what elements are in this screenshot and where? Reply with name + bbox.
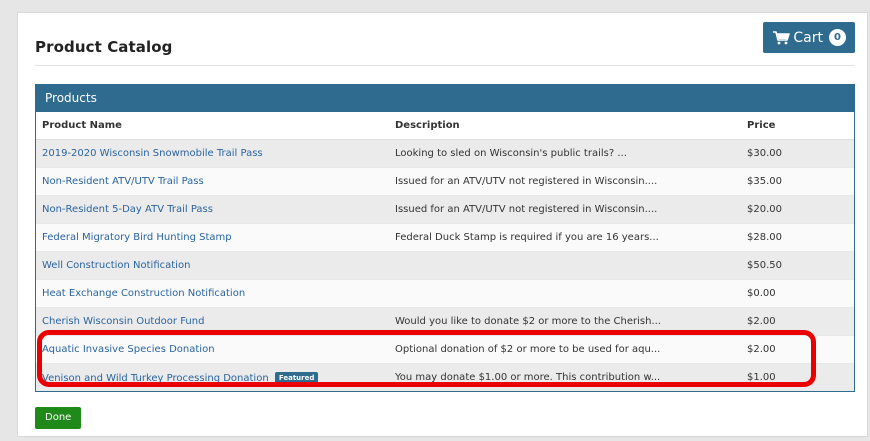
table-row: Aquatic Invasive Species Donation Option… — [36, 335, 854, 364]
product-price: $28.00 — [741, 223, 854, 252]
product-link[interactable]: Heat Exchange Construction Notification — [42, 288, 245, 299]
product-price: $35.00 — [741, 167, 854, 196]
product-description: Optional donation of $2 or more to be us… — [389, 335, 741, 364]
product-link[interactable]: Non-Resident 5-Day ATV Trail Pass — [42, 204, 213, 215]
shopping-cart-icon — [773, 30, 791, 45]
product-price: $20.00 — [741, 195, 854, 224]
product-description — [389, 251, 741, 280]
featured-badge: Featured — [274, 371, 319, 384]
cart-button[interactable]: Cart 0 — [763, 22, 855, 53]
table-row: Cherish Wisconsin Outdoor Fund Would you… — [36, 307, 854, 336]
column-header-product-name: Product Name — [36, 112, 389, 140]
table-row: Federal Migratory Bird Hunting Stamp Fed… — [36, 223, 854, 252]
product-description: Issued for an ATV/UTV not registered in … — [389, 167, 741, 196]
product-link[interactable]: Non-Resident ATV/UTV Trail Pass — [42, 176, 204, 187]
product-link[interactable]: Federal Migratory Bird Hunting Stamp — [42, 232, 232, 243]
title-divider — [35, 65, 855, 66]
product-price: $1.00 — [741, 363, 854, 391]
table-row: Non-Resident 5-Day ATV Trail Pass Issued… — [36, 195, 854, 224]
product-price: $2.00 — [741, 307, 854, 336]
page-title: Product Catalog — [35, 38, 173, 56]
table-row: Non-Resident ATV/UTV Trail Pass Issued f… — [36, 167, 854, 196]
product-description: You may donate $1.00 or more. This contr… — [389, 363, 741, 391]
done-button[interactable]: Done — [35, 407, 82, 429]
column-header-price: Price — [741, 112, 854, 140]
table-row: Well Construction Notification $50.50 — [36, 251, 854, 280]
products-table: Product Name Description Price 2019-2020… — [36, 112, 854, 391]
products-panel: Products Product Name Description Price … — [35, 84, 855, 392]
product-description — [389, 279, 741, 308]
table-row: Heat Exchange Construction Notification … — [36, 279, 854, 308]
product-link[interactable]: 2019-2020 Wisconsin Snowmobile Trail Pas… — [42, 148, 263, 159]
product-price: $0.00 — [741, 279, 854, 308]
cart-label: Cart — [793, 29, 823, 46]
product-price: $50.50 — [741, 251, 854, 280]
product-link[interactable]: Aquatic Invasive Species Donation — [42, 344, 215, 355]
product-description: Would you like to donate $2 or more to t… — [389, 307, 741, 336]
column-header-description: Description — [389, 112, 741, 140]
catalog-card: Product Catalog Cart 0 Products Product … — [17, 12, 868, 437]
cart-count-badge: 0 — [829, 29, 846, 46]
product-link[interactable]: Well Construction Notification — [42, 260, 190, 271]
product-description: Looking to sled on Wisconsin's public tr… — [389, 139, 741, 168]
table-row: 2019-2020 Wisconsin Snowmobile Trail Pas… — [36, 139, 854, 168]
product-description: Federal Duck Stamp is required if you ar… — [389, 223, 741, 252]
product-description: Issued for an ATV/UTV not registered in … — [389, 195, 741, 224]
product-price: $30.00 — [741, 139, 854, 168]
table-row: Venison and Wild Turkey Processing Donat… — [36, 363, 854, 391]
panel-heading: Products — [36, 85, 854, 112]
product-link[interactable]: Venison and Wild Turkey Processing Donat… — [42, 373, 269, 384]
product-link[interactable]: Cherish Wisconsin Outdoor Fund — [42, 316, 204, 327]
table-header-row: Product Name Description Price — [36, 112, 854, 140]
product-price: $2.00 — [741, 335, 854, 364]
